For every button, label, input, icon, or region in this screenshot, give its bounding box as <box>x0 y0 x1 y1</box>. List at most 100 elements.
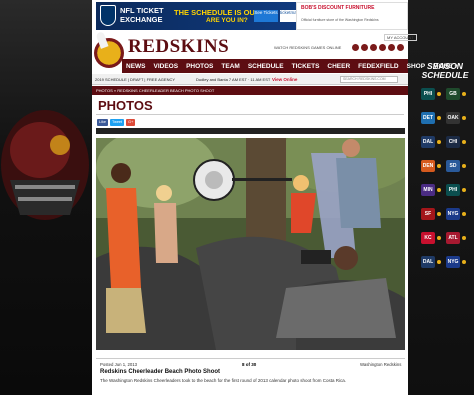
top-ad-banner[interactable]: NFL TICKET EXCHANGE THE SCHEDULE IS OUT A… <box>96 2 408 30</box>
facebook-icon[interactable] <box>352 44 359 51</box>
photo-counter: 8 of 30 <box>242 362 257 367</box>
brand-wordmark[interactable]: REDSKINS <box>128 36 229 58</box>
game-indicator-icon <box>437 140 441 144</box>
schedule-game[interactable]: PHI <box>421 86 442 102</box>
subnav-quick-links[interactable]: 2019 SCHEDULE | DRAFT | FREE AGENCY <box>95 77 175 82</box>
schedule-game[interactable]: OAK <box>446 110 467 126</box>
nav-item-news[interactable]: NEWS <box>122 63 150 70</box>
bobs-sub: Official furniture store of the Washingt… <box>301 18 379 22</box>
team-logo-icon: DAL <box>421 136 435 148</box>
schedule-game[interactable]: NYG <box>446 206 467 222</box>
game-indicator-icon <box>462 188 466 192</box>
season-schedule-grid: PHI GB DET OAK DAL CHI DEN SD MIN PHI SF NYG KC ATL DA… <box>421 86 467 270</box>
schedule-game[interactable]: DEN <box>421 158 442 174</box>
schedule-game[interactable]: SF <box>421 206 442 222</box>
photo-source: Washington Redskins <box>360 362 402 367</box>
watch-games-link[interactable]: WATCH REDSKINS GAMES ONLINE <box>274 45 341 50</box>
social-icons <box>352 44 404 51</box>
team-logo-icon: PHI <box>421 88 435 100</box>
breadcrumb: PHOTOS » REDSKINS CHEERLEADER BEACH PHOT… <box>92 86 408 95</box>
posted-date: Posted Jun 1, 2013 <box>100 362 138 367</box>
schedule-game[interactable]: DET <box>421 110 442 126</box>
breadcrumb-text[interactable]: PHOTOS » REDSKINS CHEERLEADER BEACH PHOT… <box>96 88 214 93</box>
divider <box>96 114 404 115</box>
google-plus-button[interactable]: G+ <box>126 119 136 126</box>
page-title: PHOTOS <box>98 98 153 113</box>
season-schedule-title[interactable]: SEASON SCHEDULE <box>420 62 470 80</box>
ad-nfl-sub: ARE YOU IN? <box>206 17 248 24</box>
redskins-logo-icon[interactable] <box>94 31 124 68</box>
game-indicator-icon <box>437 260 441 264</box>
nav-item-tickets[interactable]: TICKETS <box>288 63 324 70</box>
schedule-game[interactable]: NYG <box>446 254 467 270</box>
search-input[interactable]: SEARCH REDSKINS.COM <box>340 76 398 83</box>
nav-item-schedule[interactable]: SCHEDULE <box>244 63 288 70</box>
bobs-logo: BOB'S DISCOUNT FURNITURE <box>301 5 375 11</box>
team-logo-icon: PHI <box>446 184 460 196</box>
game-indicator-icon <box>437 212 441 216</box>
team-logo-icon: OAK <box>446 112 460 124</box>
instagram-icon[interactable] <box>370 44 377 51</box>
game-indicator-icon <box>462 236 466 240</box>
game-indicator-icon <box>462 212 466 216</box>
see-tickets-button[interactable]: See Tickets <box>254 10 278 22</box>
gallery-photo[interactable] <box>96 138 405 350</box>
ad-nfl-headline: THE SCHEDULE IS OUT <box>174 8 260 17</box>
schedule-game[interactable]: PHI <box>446 182 467 198</box>
nav-item-photos[interactable]: PHOTOS <box>182 63 217 70</box>
mobile-icon[interactable] <box>397 44 404 51</box>
tweet-button[interactable]: Tweet <box>109 119 125 126</box>
game-indicator-icon <box>462 116 466 120</box>
bobs-furniture-ad[interactable]: BOB'S DISCOUNT FURNITURE Official furnit… <box>296 2 408 30</box>
season-title-line2: SCHEDULE <box>421 70 469 80</box>
schedule-game[interactable]: DAL <box>421 254 442 270</box>
nfl-ticket-exchange-ad[interactable]: NFL TICKET EXCHANGE THE SCHEDULE IS OUT A… <box>96 2 324 30</box>
my-account-button[interactable]: MY ACCOUNT <box>384 34 417 41</box>
main-nav: NEWS VIDEOS PHOTOS TEAM SCHEDULE TICKETS… <box>122 59 458 73</box>
nfl-shield-icon <box>100 5 116 26</box>
twitter-icon[interactable] <box>361 44 368 51</box>
team-logo-icon: KC <box>421 232 435 244</box>
nav-item-fedexfield[interactable]: FEDEXFIELD <box>354 63 402 70</box>
caption-text: The Washington Redskins Cheerleaders too… <box>100 378 346 383</box>
subnav-live-link[interactable]: View Online <box>272 77 297 82</box>
schedule-game[interactable]: DAL <box>421 134 442 150</box>
team-logo-icon: DAL <box>421 256 435 268</box>
team-logo-icon: NYG <box>446 208 460 220</box>
subnav-radio[interactable]: Dudley and Banta 7 AM EST · 11 AM EST <box>196 77 270 82</box>
share-bar: Like Tweet G+ <box>97 119 136 126</box>
gallery-toolbar <box>96 128 405 134</box>
schedule-game[interactable]: CHI <box>446 134 467 150</box>
team-logo-icon: DEN <box>421 160 435 172</box>
schedule-game[interactable]: ATL <box>446 230 467 246</box>
game-indicator-icon <box>437 116 441 120</box>
team-logo-icon: DET <box>421 112 435 124</box>
schedule-game[interactable]: GB <box>446 86 467 102</box>
team-logo-icon: NYG <box>446 256 460 268</box>
nav-item-cheer[interactable]: CHEER <box>323 63 354 70</box>
facebook-like-button[interactable]: Like <box>97 119 108 126</box>
game-indicator-icon <box>437 164 441 168</box>
team-logo-icon: ATL <box>446 232 460 244</box>
pinterest-icon[interactable] <box>388 44 395 51</box>
game-indicator-icon <box>462 140 466 144</box>
game-indicator-icon <box>462 92 466 96</box>
game-indicator-icon <box>437 188 441 192</box>
schedule-game[interactable]: KC <box>421 230 442 246</box>
team-logo-icon: SF <box>421 208 435 220</box>
helmet-image <box>1 110 89 220</box>
game-indicator-icon <box>437 92 441 96</box>
divider <box>96 358 405 359</box>
schedule-game[interactable]: MIN <box>421 182 442 198</box>
team-logo-icon: SD <box>446 160 460 172</box>
game-indicator-icon <box>437 236 441 240</box>
ad-nfl-line2: EXCHANGE <box>120 15 163 24</box>
schedule-game[interactable]: SD <box>446 158 467 174</box>
nav-item-videos[interactable]: VIDEOS <box>150 63 183 70</box>
team-logo-icon: GB <box>446 88 460 100</box>
sub-nav: 2019 SCHEDULE | DRAFT | FREE AGENCY Dudl… <box>92 74 408 85</box>
nav-item-team[interactable]: TEAM <box>217 63 243 70</box>
team-logo-icon: CHI <box>446 136 460 148</box>
youtube-icon[interactable] <box>379 44 386 51</box>
team-logo-icon: MIN <box>421 184 435 196</box>
